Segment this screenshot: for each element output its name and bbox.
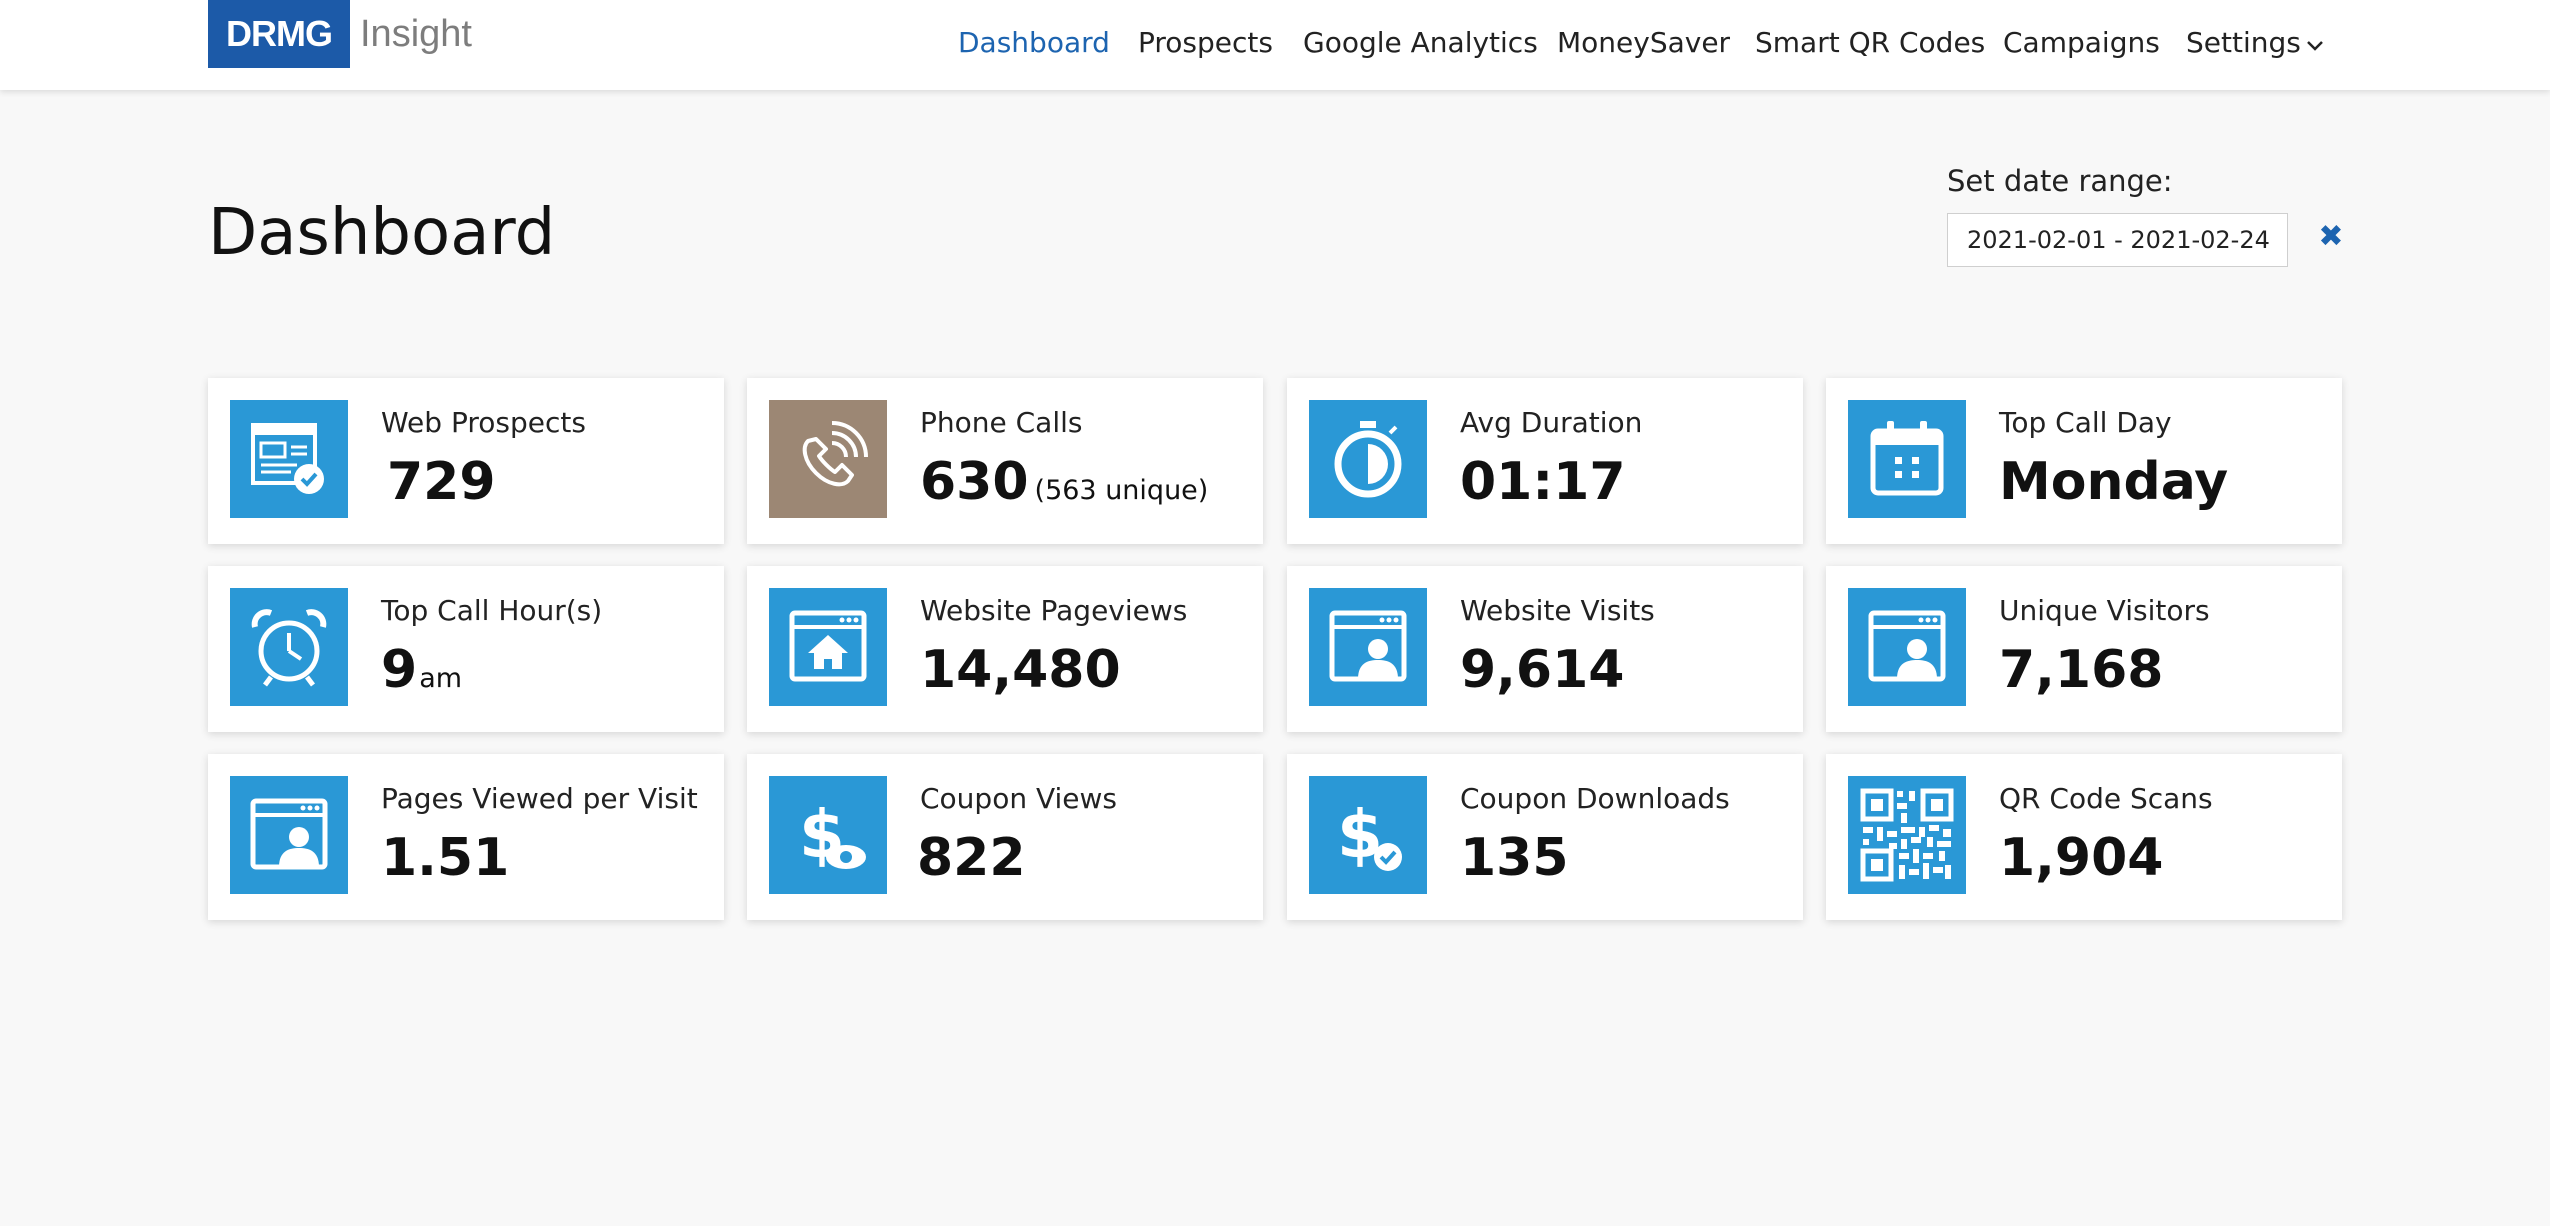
stat-number: 7,168 (1999, 640, 2164, 700)
stat-card-coupon-downloads[interactable]: $ Coupon Downloads 135 (1287, 754, 1803, 920)
stat-number: 1.51 (381, 828, 510, 888)
top-nav-bar: DRMG Insight Dashboard Prospects Google … (0, 0, 2550, 90)
stat-number: 729 (387, 452, 496, 512)
page-title: Dashboard (208, 196, 556, 270)
stat-label: QR Code Scans (1999, 782, 2213, 815)
stat-card-pages-per-visit[interactable]: Pages Viewed per Visit 1.51 (208, 754, 724, 920)
stat-value: 9am (381, 640, 462, 700)
calendar-icon (1848, 400, 1966, 518)
stat-number: 9 (381, 640, 418, 700)
nav-smart-qr-codes[interactable]: Smart QR Codes (1755, 26, 1985, 59)
stat-label: Web Prospects (381, 406, 586, 439)
dollar-check-icon: $ (1309, 776, 1427, 894)
nav-campaigns[interactable]: Campaigns (2003, 26, 2160, 59)
chevron-down-icon (2307, 41, 2323, 51)
nav-moneysaver[interactable]: MoneySaver (1557, 26, 1730, 59)
stat-number: 01:17 (1460, 452, 1626, 512)
stat-label: Coupon Downloads (1460, 782, 1730, 815)
stat-label: Top Call Day (1999, 406, 2172, 439)
browser-user-icon (1848, 588, 1966, 706)
stat-card-avg-duration[interactable]: Avg Duration 01:17 (1287, 378, 1803, 544)
stat-number: 1,904 (1999, 828, 2164, 888)
stat-card-web-prospects[interactable]: Web Prospects 729 (208, 378, 724, 544)
stat-card-website-visits[interactable]: Website Visits 9,614 (1287, 566, 1803, 732)
main-nav: Dashboard Prospects Google Analytics Mon… (0, 0, 2550, 84)
stat-extra: (563 unique) (1034, 475, 1209, 506)
stat-label: Pages Viewed per Visit (381, 782, 698, 815)
stat-label: Phone Calls (920, 406, 1083, 439)
form-check-icon (230, 400, 348, 518)
stat-card-top-call-hours[interactable]: Top Call Hour(s) 9am (208, 566, 724, 732)
browser-home-icon (769, 588, 887, 706)
stat-value: Monday (1999, 452, 2228, 512)
stat-value: 9,614 (1460, 640, 1624, 700)
browser-user-icon (1309, 588, 1427, 706)
stat-value: 729 (381, 452, 496, 512)
stat-label: Top Call Hour(s) (381, 594, 603, 627)
stat-unit: am (419, 663, 463, 694)
alarm-clock-icon (230, 588, 348, 706)
stat-label: Unique Visitors (1999, 594, 2210, 627)
stat-number: 135 (1460, 828, 1569, 888)
stat-card-website-pageviews[interactable]: Website Pageviews 14,480 (747, 566, 1263, 732)
date-range-input[interactable] (1947, 213, 2288, 267)
stat-number: Monday (1999, 452, 2229, 512)
stat-card-top-call-day[interactable]: Top Call Day Monday (1826, 378, 2342, 544)
stat-value: 01:17 (1460, 452, 1626, 512)
stat-number: 822 (917, 828, 1026, 888)
nav-dashboard[interactable]: Dashboard (958, 26, 1110, 59)
stat-card-qr-code-scans[interactable]: QR Code Scans 1,904 (1826, 754, 2342, 920)
phone-call-icon (769, 400, 887, 518)
stat-number: 9,614 (1460, 640, 1625, 700)
browser-user-icon (230, 776, 348, 894)
stat-card-coupon-views[interactable]: $ Coupon Views 822 (747, 754, 1263, 920)
stat-number: 630 (920, 452, 1029, 512)
clear-date-icon[interactable]: ✖ (2316, 222, 2346, 252)
stopwatch-icon (1309, 400, 1427, 518)
stat-value: 822 (917, 828, 1026, 888)
stat-value: 14,480 (920, 640, 1121, 700)
stat-label: Coupon Views (920, 782, 1118, 815)
stat-value: 7,168 (1999, 640, 2163, 700)
stat-label: Website Visits (1460, 594, 1655, 627)
stat-value: 630 (563 unique) (920, 452, 1208, 512)
stat-value: 1,904 (1999, 828, 2163, 888)
stat-label: Website Pageviews (920, 594, 1188, 627)
nav-prospects[interactable]: Prospects (1138, 26, 1273, 59)
dollar-eye-icon: $ (769, 776, 887, 894)
nav-settings-label: Settings (2186, 26, 2301, 59)
stat-value: 1.51 (381, 828, 509, 888)
nav-settings[interactable]: Settings (2186, 26, 2324, 59)
stat-label: Avg Duration (1460, 406, 1643, 439)
stat-card-phone-calls[interactable]: Phone Calls 630 (563 unique) (747, 378, 1263, 544)
nav-google-analytics[interactable]: Google Analytics (1303, 26, 1538, 59)
stat-card-unique-visitors[interactable]: Unique Visitors 7,168 (1826, 566, 2342, 732)
stat-number: 14,480 (920, 640, 1121, 700)
qr-code-icon (1848, 776, 1966, 894)
stat-value: 135 (1460, 828, 1569, 888)
date-range-label: Set date range: (1947, 164, 2173, 198)
